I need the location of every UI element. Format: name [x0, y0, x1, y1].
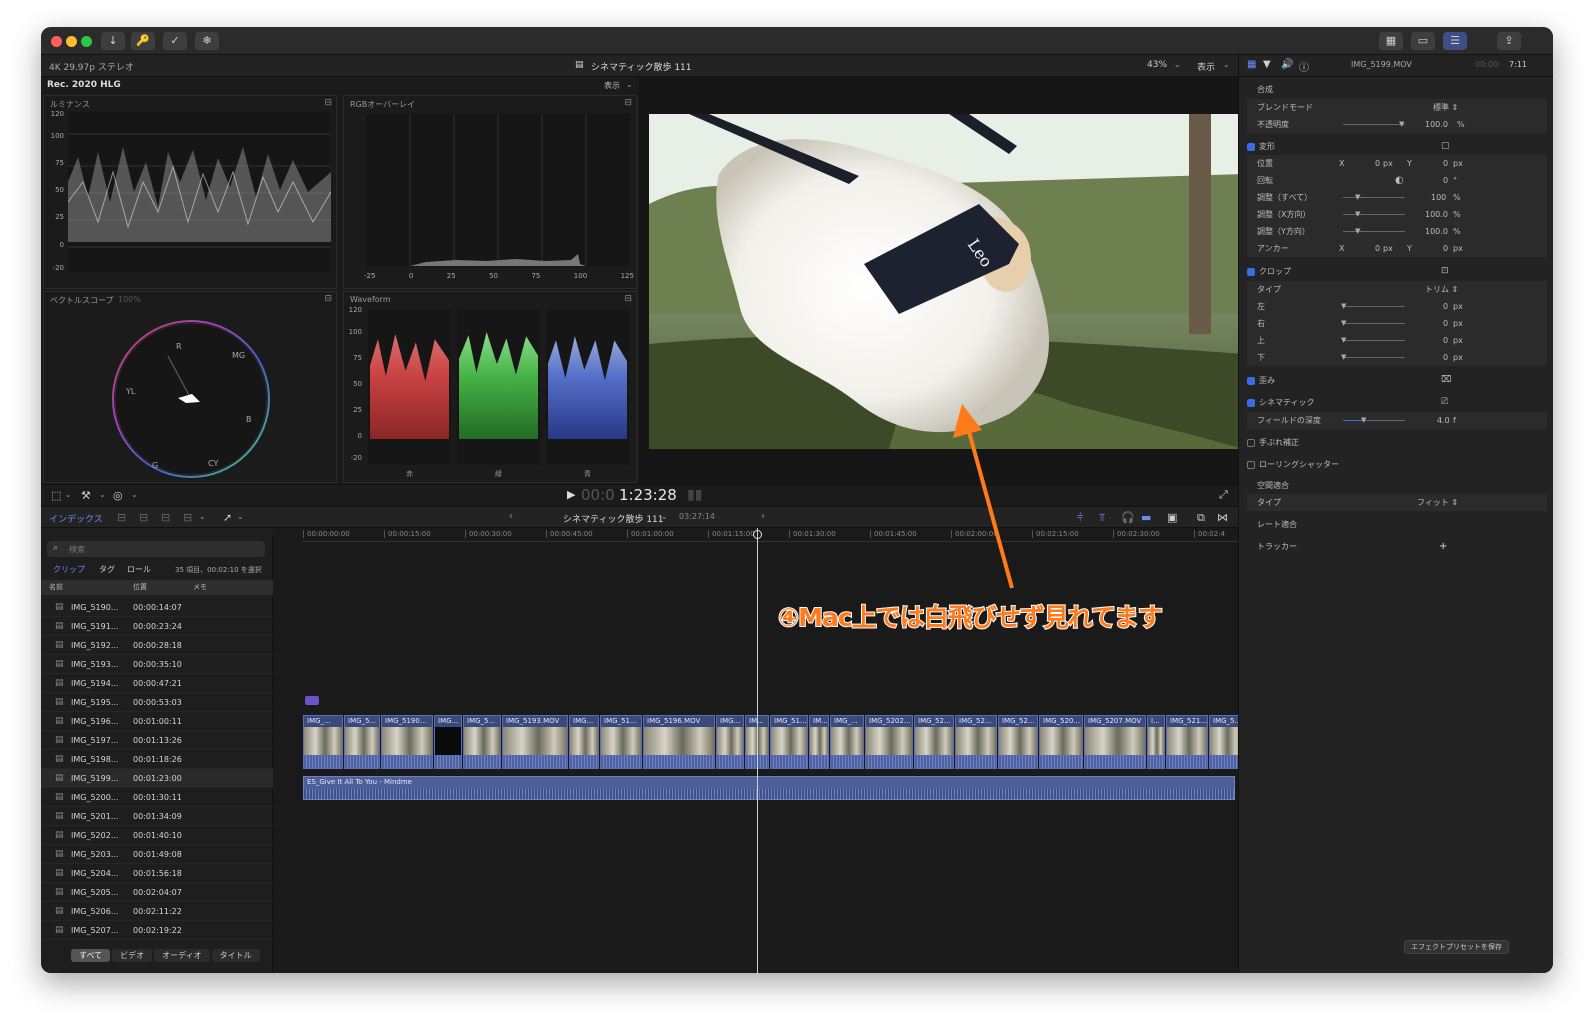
annotation-overlay — [953, 404, 1014, 589]
annotation-caption: ④Mac上では白飛びせず見れてます — [777, 602, 1164, 633]
annotation-arrow-head — [953, 404, 982, 438]
annotation-arrow-line — [966, 427, 1014, 589]
